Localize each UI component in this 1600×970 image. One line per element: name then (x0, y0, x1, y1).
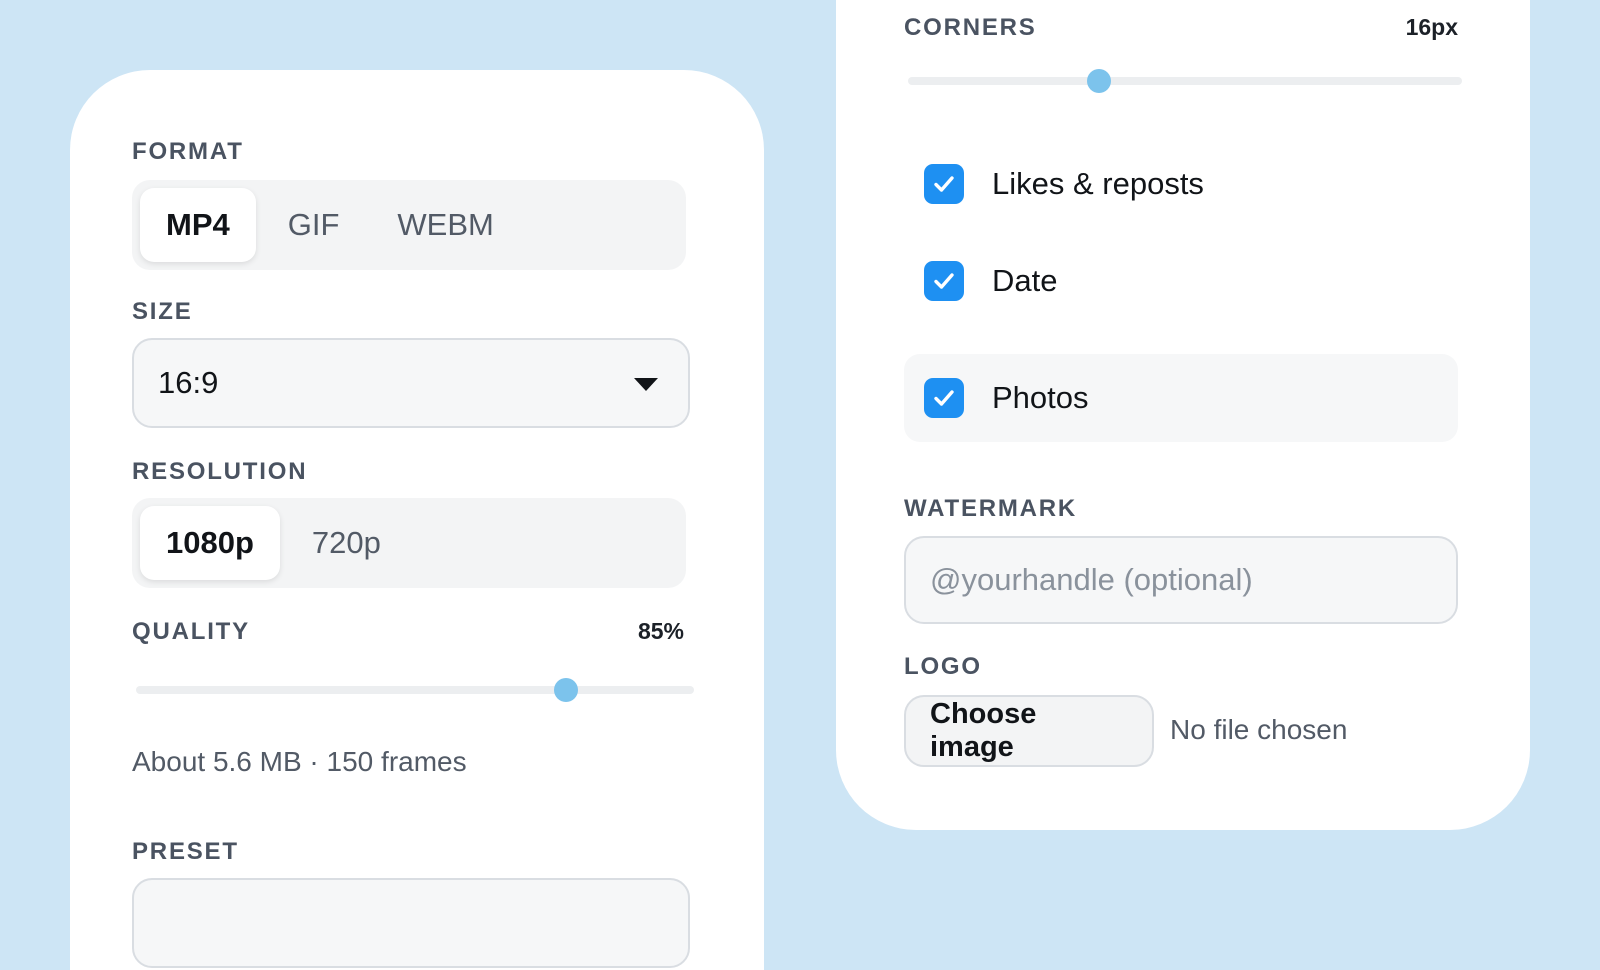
toggle-photos[interactable]: Photos (904, 354, 1458, 442)
checkbox-checked-icon[interactable] (924, 261, 964, 301)
file-size-estimate: About 5.6 MB · 150 frames (132, 746, 467, 777)
corners-value: 16px (1405, 14, 1458, 40)
checkbox-checked-icon[interactable] (924, 164, 964, 204)
format-option-mp4[interactable]: MP4 (140, 188, 256, 262)
resolution-option-1080p[interactable]: 1080p (140, 506, 280, 580)
toggle-label: Likes & reposts (992, 166, 1204, 201)
choose-image-button[interactable]: Choose image (904, 695, 1154, 767)
preset-select[interactable] (132, 878, 690, 968)
export-settings-card: FORMAT MP4 GIF WEBM SIZE 16:9 RESOLUTION… (70, 70, 764, 970)
quality-value: 85% (637, 618, 684, 644)
corners-slider-thumb[interactable] (1087, 69, 1112, 93)
quality-slider[interactable] (136, 678, 694, 702)
watermark-input[interactable] (904, 536, 1458, 624)
quality-label: QUALITY (132, 618, 250, 645)
resolution-option-720p[interactable]: 720p (286, 506, 407, 580)
corners-label: CORNERS (904, 14, 1037, 41)
toggle-label: Photos (992, 380, 1089, 415)
toggle-likes-reposts[interactable]: Likes & reposts (904, 140, 1458, 228)
size-select-value: 16:9 (158, 365, 219, 400)
preset-label: PRESET (132, 838, 239, 865)
checkbox-checked-icon[interactable] (924, 378, 964, 418)
resolution-segmented-control: 1080p 720p (132, 498, 686, 588)
toggle-date[interactable]: Date (904, 237, 1458, 325)
file-status-text: No file chosen (1170, 714, 1348, 745)
watermark-label: WATERMARK (904, 495, 1078, 522)
chevron-down-icon (634, 378, 658, 391)
toggle-label: Date (992, 263, 1058, 298)
format-option-webm[interactable]: WEBM (371, 188, 519, 262)
format-segmented-control: MP4 GIF WEBM (132, 180, 686, 270)
format-label: FORMAT (132, 138, 244, 165)
format-option-gif[interactable]: GIF (262, 188, 366, 262)
size-select[interactable]: 16:9 (132, 338, 690, 428)
resolution-label: RESOLUTION (132, 458, 308, 485)
quality-slider-thumb[interactable] (553, 678, 578, 702)
size-label: SIZE (132, 298, 193, 325)
style-settings-card: CORNERS 16px Likes & reposts Date Photos… (836, 0, 1530, 830)
corners-slider[interactable] (908, 69, 1462, 93)
logo-label: LOGO (904, 653, 982, 680)
